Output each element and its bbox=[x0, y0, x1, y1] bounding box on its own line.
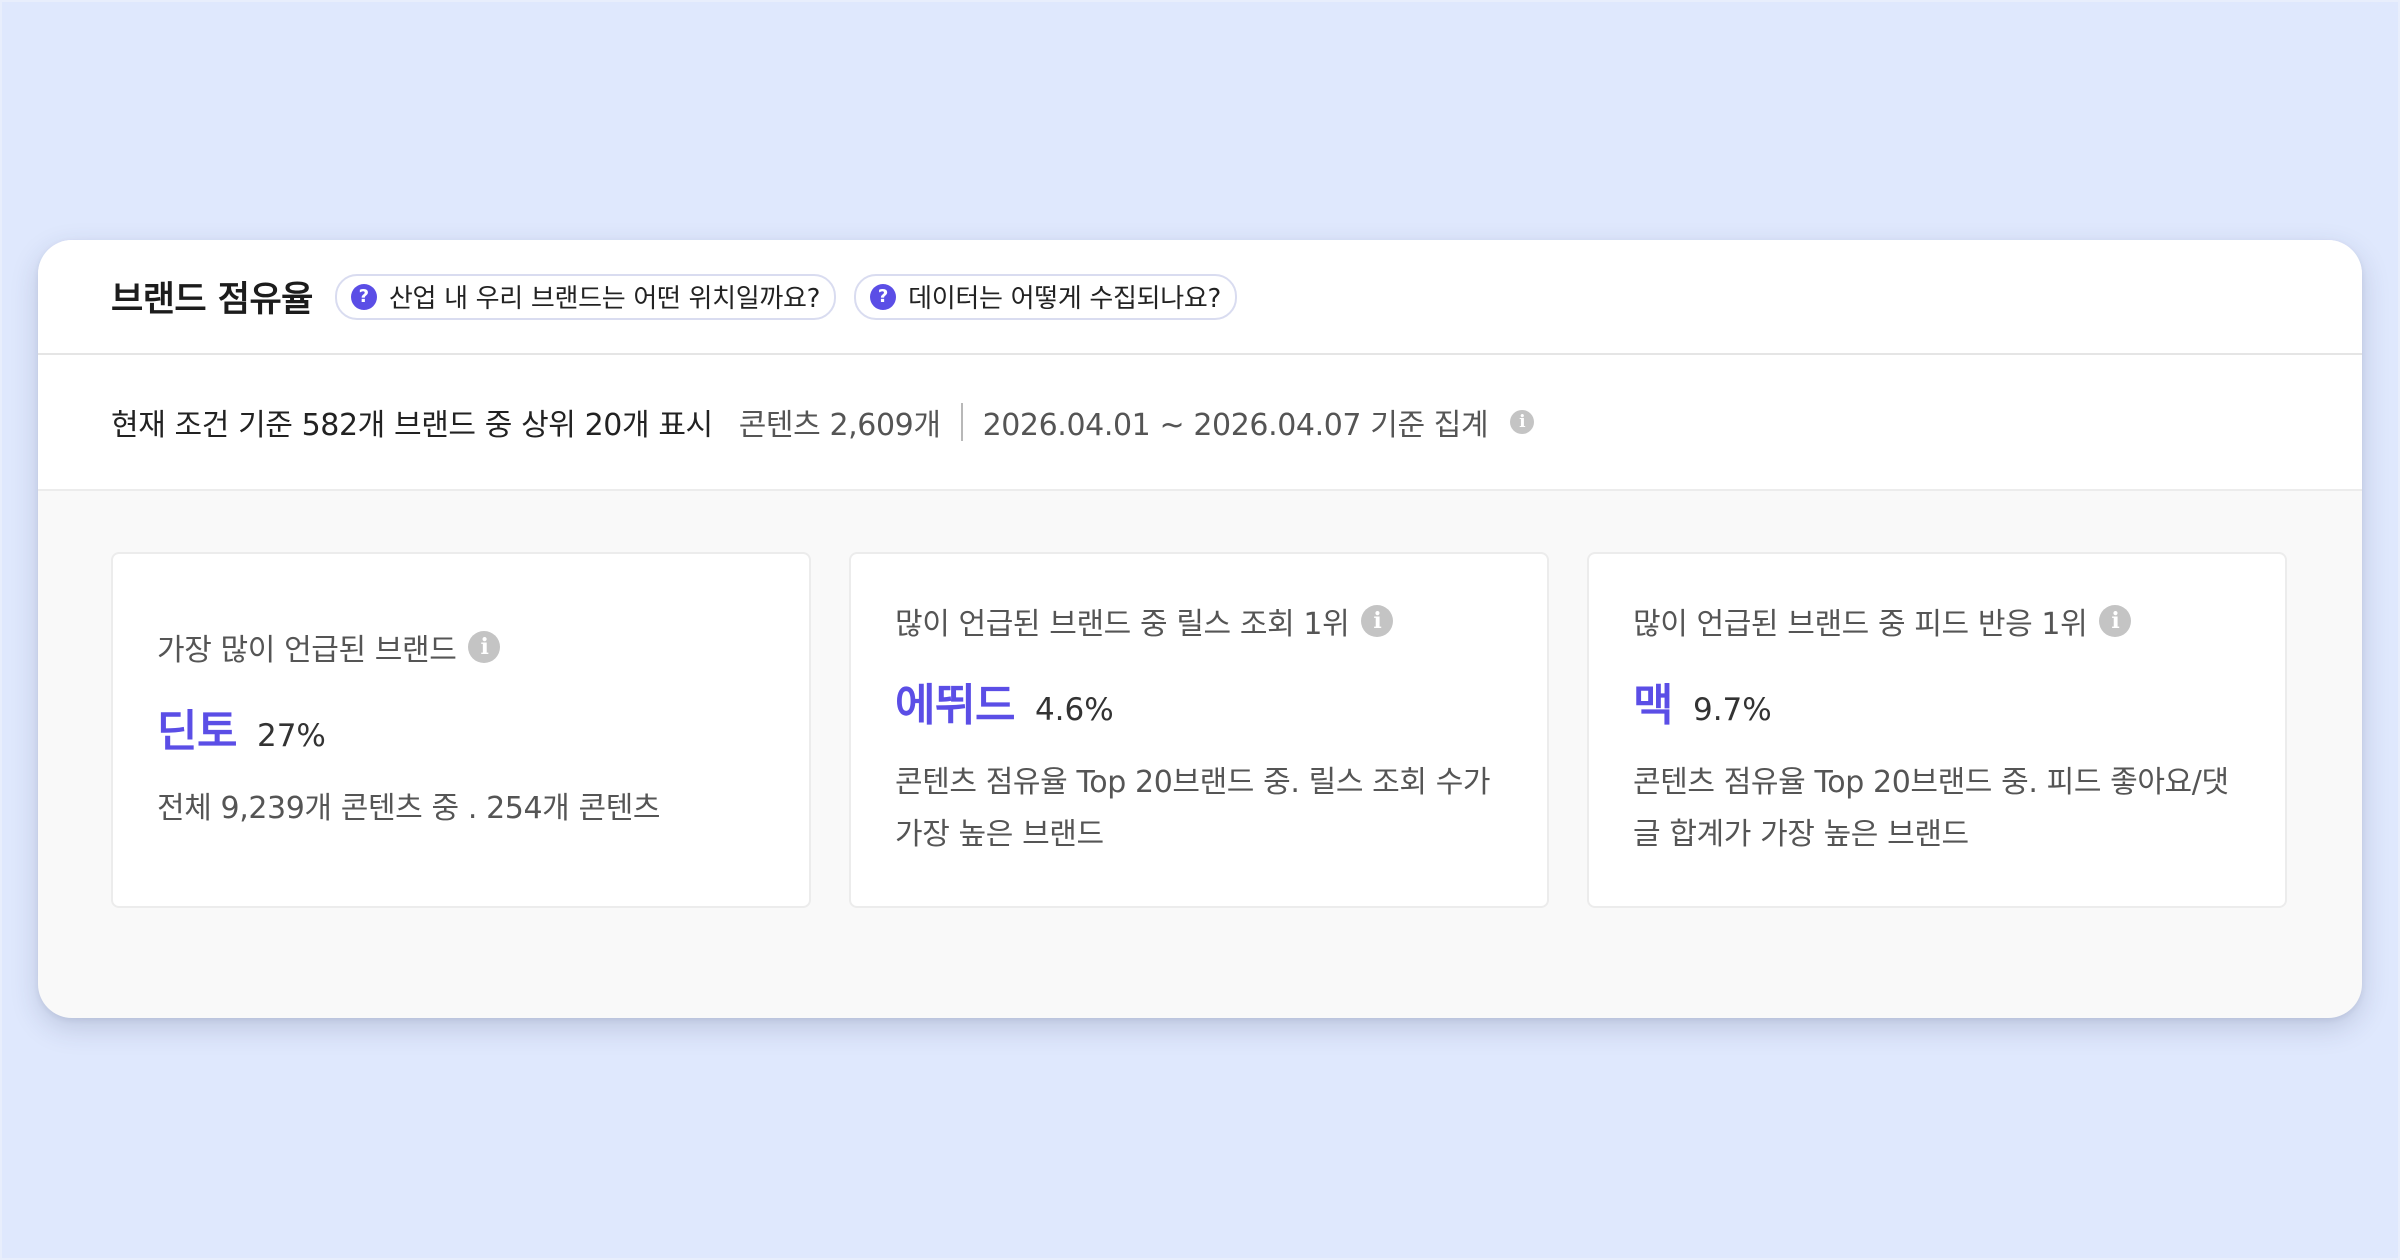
card-title: 가장 많이 언급된 브랜드 bbox=[157, 633, 457, 668]
info-icon[interactable]: i bbox=[1510, 410, 1535, 434]
card-description: 전체 9,239개 콘텐츠 중 . 254개 콘텐츠 bbox=[157, 791, 661, 826]
card-description: 콘텐츠 점유율 Top 20브랜드 중. 피드 좋아요/댓글 합계가 가장 높은… bbox=[1633, 765, 2229, 852]
help-chip-label: 산업 내 우리 브랜드는 어떤 위치일까요? bbox=[388, 284, 821, 314]
card-title-row: 많이 언급된 브랜드 중 릴스 조회 1위 i bbox=[895, 599, 1507, 643]
brand-name: 맥 bbox=[1633, 680, 1673, 731]
card-title-row: 많이 언급된 브랜드 중 피드 반응 1위 i bbox=[1633, 599, 2245, 643]
stat-card-feed-reaction: 많이 언급된 브랜드 중 피드 반응 1위 i 맥 9.7% 콘텐츠 점유율 T… bbox=[1587, 552, 2287, 908]
brand-share-panel: 브랜드 점유율 ? 산업 내 우리 브랜드는 어떤 위치일까요? ? 데이터는 … bbox=[38, 240, 2362, 1018]
stat-card-most-mentioned: 가장 많이 언급된 브랜드 i 딘토 27% 전체 9,239개 콘텐츠 중 .… bbox=[111, 552, 811, 908]
brand-percent: 4.6% bbox=[1034, 692, 1114, 728]
card-title: 많이 언급된 브랜드 중 릴스 조회 1위 bbox=[895, 607, 1350, 642]
card-value-row: 맥 9.7% bbox=[1633, 669, 2245, 733]
brand-name: 에뛰드 bbox=[895, 680, 1015, 731]
card-value-row: 딘토 27% bbox=[157, 695, 769, 759]
stat-card-reels-views: 많이 언급된 브랜드 중 릴스 조회 1위 i 에뛰드 4.6% 콘텐츠 점유율… bbox=[849, 552, 1549, 908]
info-icon[interactable]: i bbox=[2099, 605, 2132, 637]
brand-percent: 27% bbox=[256, 718, 326, 754]
card-value-row: 에뛰드 4.6% bbox=[895, 669, 1507, 733]
brand-name: 딘토 bbox=[157, 706, 237, 757]
brand-percent: 9.7% bbox=[1692, 692, 1772, 728]
help-chip-data-collection[interactable]: ? 데이터는 어떻게 수집되나요? bbox=[854, 273, 1238, 320]
summary-date-range: 2026.04.01 ~ 2026.04.07 기준 집계 bbox=[982, 408, 1489, 443]
card-title-row: 가장 많이 언급된 브랜드 i bbox=[157, 625, 769, 669]
card-description: 콘텐츠 점유율 Top 20브랜드 중. 릴스 조회 수가 가장 높은 브랜드 bbox=[895, 765, 1491, 852]
summary-bar: 현재 조건 기준 582개 브랜드 중 상위 20개 표시 콘텐츠 2,609개… bbox=[38, 355, 2362, 491]
panel-title: 브랜드 점유율 bbox=[111, 280, 313, 320]
info-icon[interactable]: i bbox=[1361, 605, 1394, 637]
summary-content-count: 콘텐츠 2,609개 bbox=[738, 408, 941, 443]
panel-header: 브랜드 점유율 ? 산업 내 우리 브랜드는 어떤 위치일까요? ? 데이터는 … bbox=[38, 240, 2362, 355]
question-icon: ? bbox=[870, 283, 897, 310]
card-title: 많이 언급된 브랜드 중 피드 반응 1위 bbox=[1633, 607, 2088, 642]
help-chip-label: 데이터는 어떻게 수집되나요? bbox=[908, 284, 1222, 314]
help-chip-industry-position[interactable]: ? 산업 내 우리 브랜드는 어떤 위치일까요? bbox=[334, 273, 837, 320]
stat-cards: 가장 많이 언급된 브랜드 i 딘토 27% 전체 9,239개 콘텐츠 중 .… bbox=[111, 552, 2287, 908]
question-icon: ? bbox=[350, 283, 377, 310]
divider bbox=[960, 403, 963, 441]
info-icon[interactable]: i bbox=[468, 631, 501, 663]
summary-main-text: 현재 조건 기준 582개 브랜드 중 상위 20개 표시 bbox=[111, 408, 713, 443]
